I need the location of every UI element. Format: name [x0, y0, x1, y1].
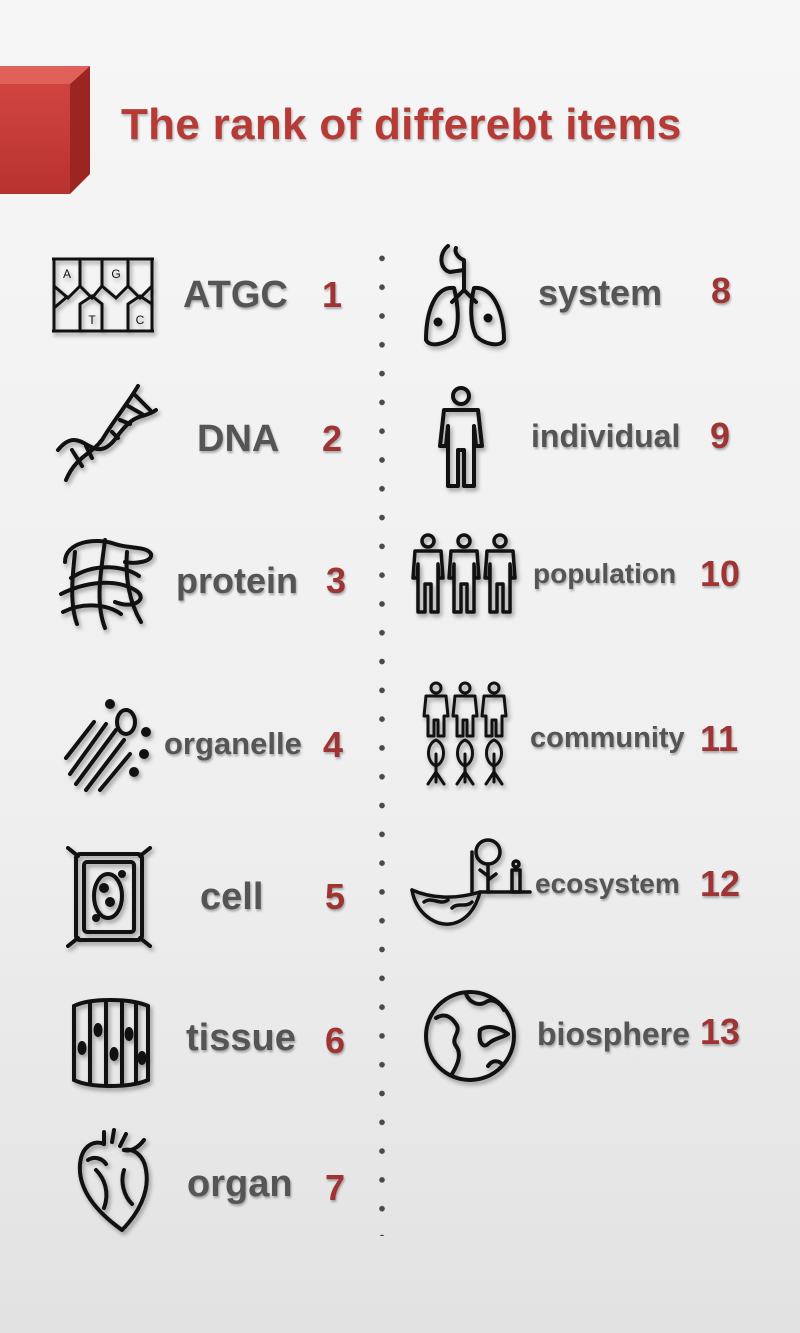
globe-icon [422, 988, 518, 1084]
item-label: tissue [186, 1017, 296, 1059]
red-cube-decoration [0, 66, 90, 194]
organelle-icon [60, 694, 154, 796]
page-title: The rank of differebt items [121, 100, 682, 149]
cell-icon [66, 846, 152, 948]
svg-text:A: A [63, 267, 71, 281]
item-label: system [538, 272, 663, 313]
dotted-divider [379, 244, 385, 1236]
item-label: biosphere [537, 1016, 690, 1052]
item-rank: 13 [700, 1011, 741, 1052]
item-rank: 12 [700, 863, 741, 904]
item-label: community [530, 722, 685, 754]
svg-text:C: C [136, 313, 145, 327]
ecosystem-icon [410, 836, 534, 928]
item-label: population [533, 558, 677, 589]
item-rank: 7 [325, 1167, 346, 1208]
dna-helix-icon [52, 380, 162, 490]
item-rank: 1 [322, 274, 343, 315]
item-label: cell [200, 876, 264, 918]
item-rank: 3 [326, 560, 347, 601]
item-rank: 11 [700, 718, 739, 759]
lungs-icon [424, 244, 506, 352]
tissue-icon [70, 996, 152, 1088]
item-rank: 4 [323, 724, 344, 765]
item-rank: 8 [711, 270, 732, 311]
item-rank: 10 [700, 553, 741, 594]
people-group-icon [410, 533, 520, 614]
item-rank: 6 [325, 1020, 346, 1061]
item-label: organelle [164, 726, 302, 761]
item-label: ecosystem [535, 868, 680, 899]
item-label: ATGC [183, 274, 288, 316]
svg-text:G: G [111, 267, 120, 281]
item-label: organ [187, 1163, 293, 1205]
people-trees-icon [422, 681, 508, 788]
item-rank: 9 [710, 415, 731, 456]
svg-text:T: T [88, 313, 96, 327]
atgc-blocks-icon: A G T C [50, 256, 156, 334]
heart-icon [74, 1128, 152, 1234]
item-rank: 2 [322, 418, 343, 459]
item-label: DNA [197, 418, 280, 460]
protein-fold-icon [55, 532, 155, 632]
item-label: individual [531, 418, 681, 454]
item-label: protein [176, 560, 298, 601]
item-rank: 5 [325, 876, 346, 917]
person-icon [436, 386, 486, 488]
